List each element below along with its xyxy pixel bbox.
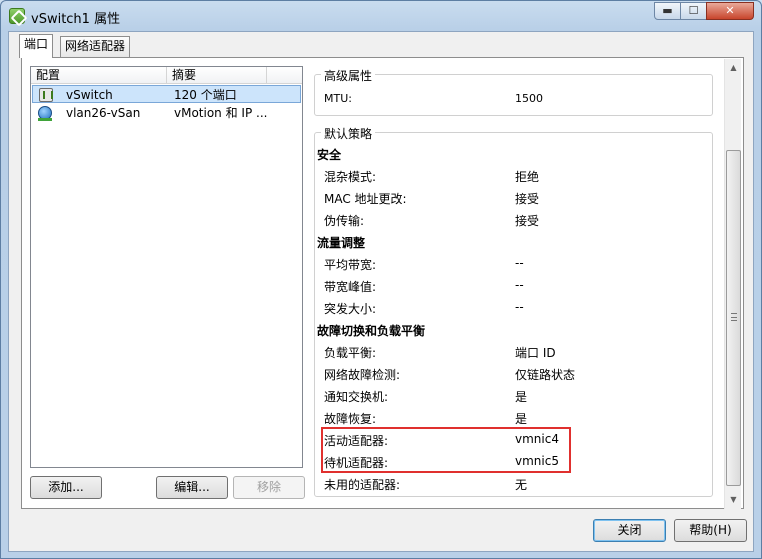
average-bandwidth-value: --	[515, 256, 524, 270]
failure-detection-value: 仅链路状态	[515, 368, 576, 382]
mtu-value: 1500	[515, 92, 543, 105]
peak-bandwidth-value: --	[515, 278, 524, 292]
notify-switches-value: 是	[515, 390, 528, 404]
average-bandwidth-label: 平均带宽:	[324, 258, 377, 272]
dialog-client-area: 端口 网络适配器 配置 摘要 vSwitch 120 个端口 vlan26-vS…	[8, 31, 754, 552]
close-window-button[interactable]: ✕	[706, 2, 754, 20]
properties-window: vSwitch1 属性 ▬ ☐ ✕ 端口 网络适配器 配置 摘要 vSwitch…	[0, 0, 762, 559]
tab-network-adapters[interactable]: 网络适配器	[60, 36, 131, 57]
scroll-up-arrow-icon[interactable]: ▲	[725, 59, 742, 76]
tab-ports[interactable]: 端口	[19, 34, 54, 58]
burst-size-label: 突发大小:	[324, 302, 377, 316]
standby-adapters-label: 待机适配器:	[324, 456, 389, 470]
failover-heading: 故障切换和负载平衡	[317, 324, 426, 338]
load-balancing-label: 负载平衡:	[324, 346, 377, 360]
unused-adapters-value: 无	[515, 478, 528, 492]
promiscuous-mode-label: 混杂模式:	[324, 170, 377, 184]
load-balancing-value: 端口 ID	[515, 346, 556, 360]
scrollbar-grip-icon	[731, 313, 737, 321]
standby-adapters-value: vmnic5	[515, 454, 559, 468]
mac-change-value: 接受	[515, 192, 540, 206]
vswitch-icon	[39, 88, 53, 102]
security-heading: 安全	[317, 148, 342, 162]
mtu-label: MTU:	[324, 92, 352, 105]
default-policy-group: 默认策略 安全 混杂模式: 拒绝 MAC 地址更改: 接受 伪传输: 接受 流量…	[314, 125, 713, 497]
burst-size-value: --	[515, 300, 524, 314]
active-adapters-value: vmnic4	[515, 432, 559, 446]
minimize-button[interactable]: ▬	[654, 2, 681, 20]
traffic-shaping-heading: 流量调整	[317, 236, 366, 250]
config-list[interactable]: 配置 摘要 vSwitch 120 个端口 vlan26-vSan vMotio…	[30, 66, 303, 468]
details-scrollbar[interactable]: ▲ ▼	[724, 59, 741, 509]
active-adapters-label: 活动适配器:	[324, 434, 389, 448]
forged-transmits-value: 接受	[515, 214, 540, 228]
vmkernel-icon	[38, 106, 52, 121]
column-header-config[interactable]: 配置	[31, 67, 167, 84]
notify-switches-label: 通知交换机:	[324, 390, 389, 404]
scroll-down-arrow-icon[interactable]: ▼	[725, 491, 742, 508]
config-list-header: 配置 摘要	[31, 67, 302, 84]
vsphere-app-icon	[9, 8, 25, 24]
ports-tab-panel: 配置 摘要 vSwitch 120 个端口 vlan26-vSan vMotio…	[21, 57, 744, 509]
advanced-properties-title: 高级属性	[321, 67, 376, 84]
list-item-vlan26-vsan[interactable]: vlan26-vSan vMotion 和 IP ...	[32, 104, 301, 122]
edit-button[interactable]: 编辑...	[156, 476, 228, 499]
list-item-summary: 120 个端口	[174, 88, 237, 102]
list-item-name: vSwitch	[66, 88, 113, 102]
close-button[interactable]: 关闭	[593, 519, 666, 542]
remove-button[interactable]: 移除	[233, 476, 305, 499]
promiscuous-mode-value: 拒绝	[515, 170, 540, 184]
list-item-name: vlan26-vSan	[66, 106, 141, 120]
window-title: vSwitch1 属性	[31, 12, 121, 27]
add-button[interactable]: 添加...	[30, 476, 102, 499]
failure-detection-label: 网络故障检测:	[324, 368, 401, 382]
column-header-summary[interactable]: 摘要	[167, 67, 267, 84]
default-policy-title: 默认策略	[321, 125, 376, 142]
scrollbar-thumb[interactable]	[726, 150, 741, 486]
list-item-vswitch[interactable]: vSwitch 120 个端口	[32, 85, 301, 103]
list-item-summary: vMotion 和 IP ...	[174, 106, 268, 120]
maximize-button[interactable]: ☐	[680, 2, 707, 20]
title-bar[interactable]: vSwitch1 属性 ▬ ☐ ✕	[1, 1, 761, 31]
mac-change-label: MAC 地址更改:	[324, 192, 407, 206]
failback-label: 故障恢复:	[324, 412, 377, 426]
help-button[interactable]: 帮助(H)	[674, 519, 747, 542]
failback-value: 是	[515, 412, 528, 426]
advanced-properties-group: 高级属性 MTU: 1500	[314, 67, 713, 116]
unused-adapters-label: 未用的适配器:	[324, 478, 401, 492]
forged-transmits-label: 伪传输:	[324, 214, 365, 228]
peak-bandwidth-label: 带宽峰值:	[324, 280, 377, 294]
